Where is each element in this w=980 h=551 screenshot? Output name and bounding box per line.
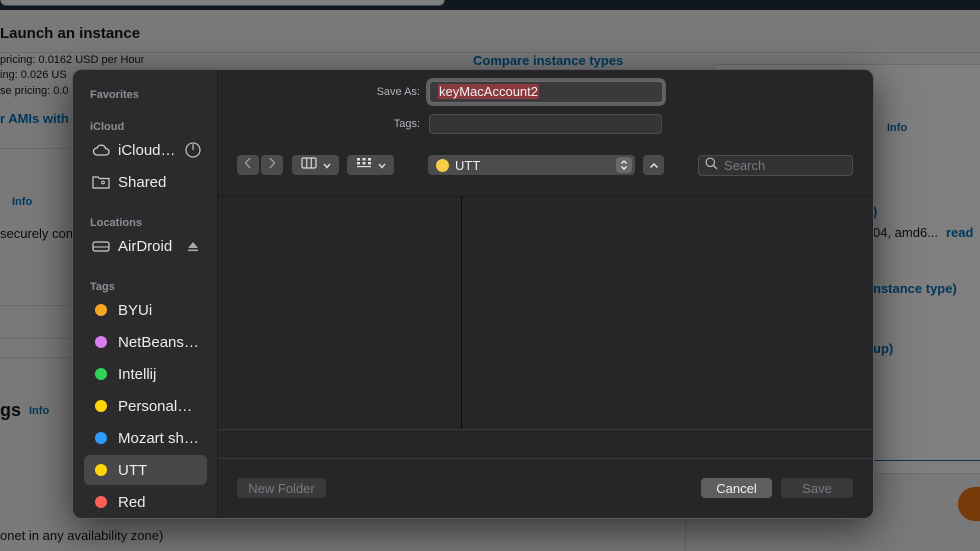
tags-field[interactable] — [429, 114, 662, 134]
sync-progress-icon — [185, 142, 201, 158]
search-placeholder: Search — [724, 158, 766, 173]
eject-icon[interactable] — [185, 238, 201, 254]
tag-color-dot — [92, 461, 110, 479]
chevron-right-icon — [268, 156, 276, 174]
shared-folder-icon — [92, 173, 110, 191]
tag-color-dot — [92, 429, 110, 447]
sidebar-section-icloud: iCloud — [90, 121, 125, 133]
sidebar-item-shared[interactable]: Shared — [84, 167, 207, 197]
sidebar-section-locations: Locations — [90, 217, 142, 229]
search-field[interactable]: Search — [698, 155, 853, 176]
column-divider[interactable] — [461, 197, 462, 429]
sidebar-item-label: Mozart sh… — [118, 429, 199, 447]
tag-color-dot — [92, 301, 110, 319]
grid-icon — [356, 156, 372, 174]
tag-color-dot — [92, 333, 110, 351]
tag-color-dot — [92, 365, 110, 383]
sidebar-item-label: UTT — [118, 461, 148, 479]
sidebar-item-label: Personal… — [118, 397, 193, 415]
up-down-chevron-icon — [616, 157, 632, 173]
sidebar-item-airdroid[interactable]: AirDroid — [84, 231, 207, 261]
cancel-button[interactable]: Cancel — [701, 478, 772, 498]
sidebar-section-tags: Tags — [90, 281, 115, 293]
sidebar-tag-byui[interactable]: BYUi — [84, 295, 207, 325]
back-button[interactable] — [237, 155, 259, 175]
sidebar-item-label: Shared — [118, 173, 167, 191]
sidebar-item-label: NetBeans… — [118, 333, 199, 351]
sidebar-tag-intellij[interactable]: Intellij — [84, 359, 207, 389]
group-button[interactable] — [347, 155, 394, 175]
drive-icon — [92, 237, 110, 255]
save-as-label: Save As: — [376, 86, 420, 98]
tag-color-dot — [92, 493, 110, 511]
new-folder-button[interactable]: New Folder — [237, 478, 326, 498]
sidebar-tag-netbeans[interactable]: NetBeans… — [84, 327, 207, 357]
sidebar-tag-utt[interactable]: UTT — [84, 455, 207, 485]
tag-color-dot — [436, 158, 449, 172]
sidebar-section-favorites: Favorites — [90, 89, 139, 101]
save-as-field[interactable]: keyMacAccount2 — [429, 81, 663, 103]
chevron-left-icon — [244, 156, 252, 174]
sidebar-item-label: Red — [118, 493, 146, 511]
save-dialog: Favorites iCloud iCloud… Shared Location… — [72, 69, 874, 519]
location-popup[interactable]: UTT — [428, 155, 635, 175]
location-label: UTT — [455, 157, 481, 173]
view-mode-button[interactable] — [292, 155, 339, 175]
sidebar-tag-personal[interactable]: Personal… — [84, 391, 207, 421]
columns-view-icon — [300, 156, 317, 174]
dialog-sidebar: Favorites iCloud iCloud… Shared Location… — [73, 70, 218, 518]
collapse-button[interactable] — [643, 155, 664, 175]
chevron-down-icon — [377, 156, 386, 174]
save-button[interactable]: Save — [781, 478, 853, 498]
browser-divider — [218, 458, 873, 459]
browser-divider — [218, 429, 873, 430]
search-icon — [705, 156, 718, 175]
sidebar-item-label: iCloud… — [118, 141, 176, 159]
chevron-up-icon — [649, 156, 659, 174]
save-as-value: keyMacAccount2 — [438, 84, 539, 99]
tag-color-dot — [92, 397, 110, 415]
sidebar-item-icloud-drive[interactable]: iCloud… — [84, 135, 207, 165]
chevron-down-icon — [322, 156, 331, 174]
sidebar-tag-mozart[interactable]: Mozart sh… — [84, 423, 207, 453]
browser-divider — [218, 196, 873, 197]
tags-label: Tags: — [393, 118, 420, 130]
sidebar-item-label: Intellij — [118, 365, 157, 383]
cloud-icon — [92, 141, 110, 159]
sidebar-item-label: BYUi — [118, 301, 153, 319]
sidebar-item-label: AirDroid — [118, 237, 173, 255]
sidebar-tag-red[interactable]: Red — [84, 487, 207, 517]
forward-button[interactable] — [261, 155, 283, 175]
